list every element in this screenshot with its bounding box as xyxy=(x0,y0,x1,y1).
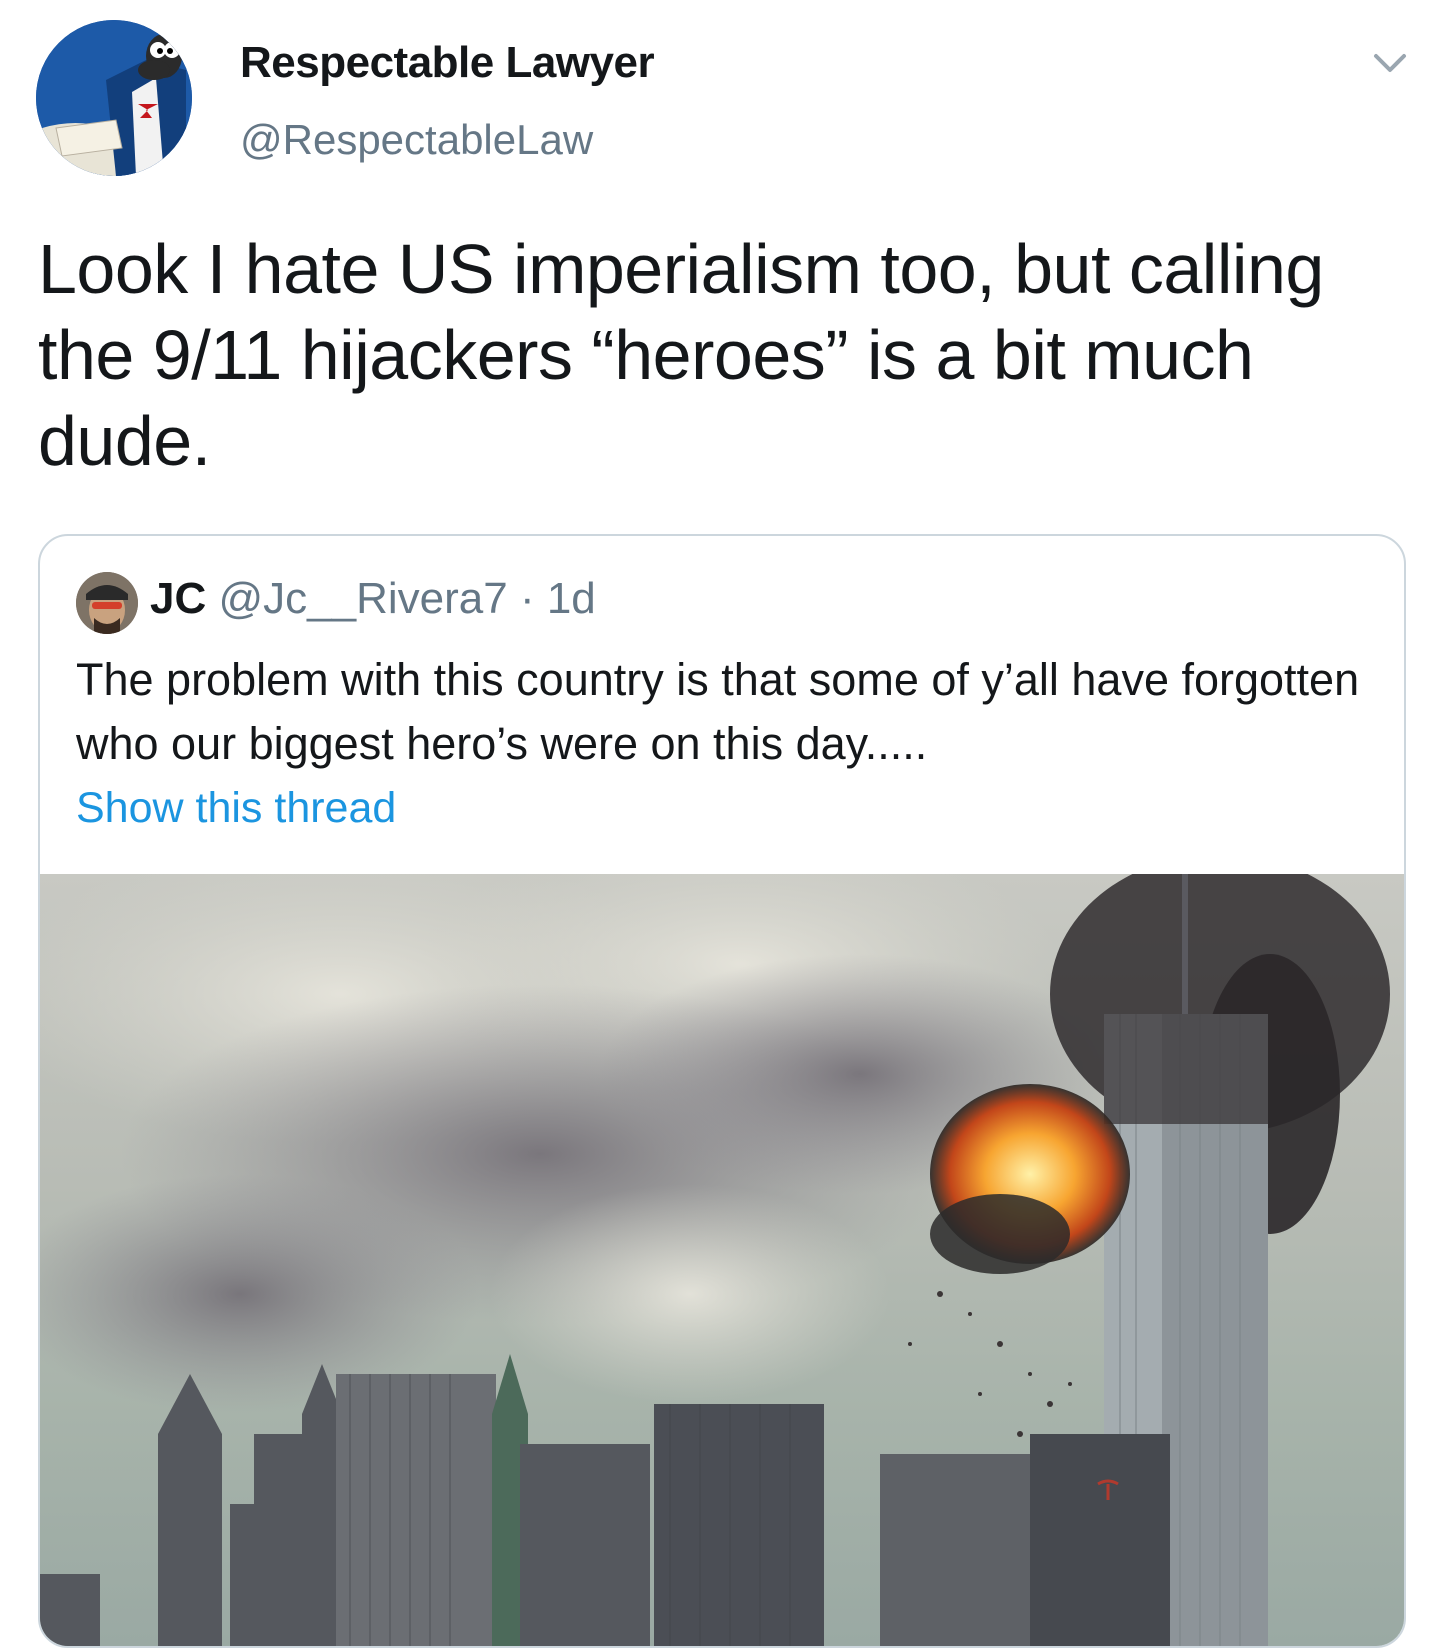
author-name[interactable]: Respectable Lawyer xyxy=(240,38,655,88)
tweet: Respectable Lawyer @RespectableLaw Look … xyxy=(0,0,1440,1652)
tweet-text: Look I hate US imperialism too, but call… xyxy=(38,230,1324,480)
separator-dot: · xyxy=(507,574,547,623)
quoted-author-handle[interactable]: @Jc__Rivera7 xyxy=(218,574,507,623)
chevron-down-icon[interactable] xyxy=(1370,48,1410,78)
show-thread-link[interactable]: Show this thread xyxy=(76,784,396,833)
quoted-tweet-image[interactable] xyxy=(40,874,1404,1646)
quoted-tweet-time[interactable]: 1d xyxy=(547,574,596,623)
quoted-author-avatar[interactable] xyxy=(76,572,138,634)
quoted-tweet-header: JC @Jc__Rivera7 · 1d xyxy=(150,574,596,624)
quoted-tweet-text: The problem with this country is that so… xyxy=(76,654,1360,769)
quoted-author-name[interactable]: JC xyxy=(150,574,206,623)
author-avatar[interactable] xyxy=(36,20,192,176)
author-handle[interactable]: @RespectableLaw xyxy=(240,116,593,164)
quoted-tweet-card[interactable]: JC @Jc__Rivera7 · 1d The problem with th… xyxy=(38,534,1406,1648)
